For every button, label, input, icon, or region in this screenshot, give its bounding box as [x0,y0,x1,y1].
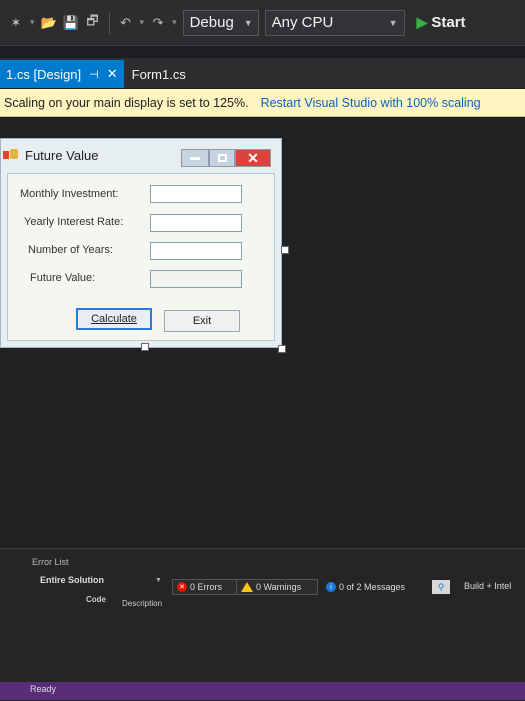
exit-button[interactable]: Exit [164,310,240,332]
infobar-message: Scaling on your main display is set to 1… [4,95,249,110]
caption-buttons: ✕ [181,149,271,167]
maximize-icon [217,154,227,162]
start-label: Start [431,14,466,31]
messages-filter-button[interactable]: i 0 of 2 Messages [322,579,422,595]
tab-label: Form1.cs [131,66,186,82]
configuration-dropdown[interactable]: Debug ▼ [182,9,259,36]
form-app-icon [3,148,19,162]
monthly-investment-label: Monthly Investment: [20,188,119,200]
future-value-output [150,270,242,288]
toolbar-separator [108,11,110,34]
resize-handle-corner[interactable] [278,345,286,353]
close-button[interactable]: ✕ [235,149,271,167]
redo-dropdown-icon[interactable]: ▾ [172,17,177,28]
dropdown-arrow-icon[interactable]: ▾ [30,17,35,28]
tab-label: 1.cs [Design] [6,66,82,82]
error-list-title: Error List [32,557,69,567]
platform-dropdown[interactable]: Any CPU ▼ [264,9,405,36]
start-button[interactable]: ▶ Start [417,14,466,31]
chevron-down-icon: ▼ [243,17,253,28]
error-icon: ✕ [177,582,187,592]
main-toolbar: ✶ ▾ 📂 💾 🗗 ↶ ▾ ↷ ▾ Debug ▼ Any CPU ▼ ▶ St… [0,0,525,46]
form-title: Future Value [25,147,99,163]
minimize-button[interactable] [181,149,209,167]
play-icon: ▶ [416,14,428,30]
minimize-icon [190,156,200,160]
close-icon: ✕ [247,149,259,166]
resize-handle-right[interactable] [281,246,289,254]
chevron-down-icon: ▼ [388,17,398,28]
chevron-down-icon[interactable]: ▼ [155,577,162,584]
future-value-label: Future Value: [30,272,96,284]
errors-filter-button[interactable]: ✕ 0 Errors [172,579,240,595]
restart-scaling-link[interactable]: Restart Visual Studio with 100% scaling [261,96,481,110]
redo-icon[interactable]: ↷ [150,15,166,31]
document-tabs: 1.cs [Design] ⊣ ✕ Form1.cs [0,58,525,88]
status-bar [0,682,525,700]
column-header-description[interactable]: Description [122,599,162,608]
calculate-button[interactable]: Calculate [76,308,152,330]
platform-value: Any CPU [271,14,334,31]
error-list-panel: Error List Entire Solution ▼ ✕ 0 Errors … [0,548,525,701]
tab-form-design[interactable]: 1.cs [Design] ⊣ ✕ [0,60,124,88]
yearly-interest-rate-input[interactable] [150,214,242,232]
number-of-years-input[interactable] [150,242,242,260]
yearly-interest-rate-label: Yearly Interest Rate: [24,216,124,228]
number-of-years-label: Number of Years: [28,244,113,256]
configuration-value: Debug [189,14,234,31]
warnings-count: 0 Warnings [256,582,302,592]
maximize-button[interactable] [209,149,235,167]
close-icon[interactable]: ✕ [107,66,118,82]
warning-icon [241,582,253,592]
error-scope-dropdown[interactable]: Entire Solution [40,575,104,585]
open-folder-icon[interactable]: 📂 [40,15,56,31]
info-icon: i [326,582,336,592]
monthly-investment-input[interactable] [150,185,242,203]
resize-handle-bottom[interactable] [141,343,149,351]
pin-icon[interactable]: ⊣ [89,68,99,81]
save-icon[interactable]: 💾 [62,15,78,31]
filter-icon[interactable]: ⚲ [432,580,450,594]
scaling-infobar: Scaling on your main display is set to 1… [0,89,525,117]
undo-dropdown-icon[interactable]: ▾ [140,17,145,28]
save-all-icon[interactable]: 🗗 [85,13,101,31]
form-client-area: Monthly Investment: Yearly Interest Rate… [7,173,275,341]
warnings-filter-button[interactable]: 0 Warnings [236,579,318,595]
build-intellisense-dropdown[interactable]: Build + Intel [464,581,511,591]
errors-count: 0 Errors [190,582,223,592]
form-preview[interactable]: Future Value ✕ Monthly Investment: Yearl… [0,138,282,348]
messages-count: 0 of 2 Messages [339,582,406,592]
undo-icon[interactable]: ↶ [118,15,134,31]
status-text: Ready [30,684,57,694]
column-header-code[interactable]: Code [86,595,106,604]
new-project-icon[interactable]: ✶ [8,15,24,31]
tab-form-code[interactable]: Form1.cs [124,60,194,88]
